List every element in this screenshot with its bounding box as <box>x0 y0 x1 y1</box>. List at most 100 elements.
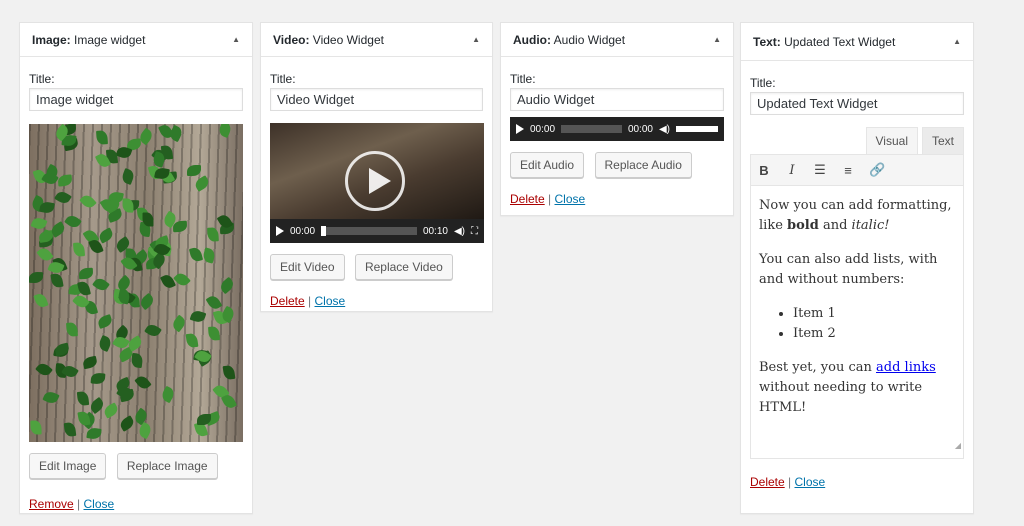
close-link[interactable]: Close <box>555 192 586 206</box>
ivy-leaf <box>102 402 120 419</box>
ivy-leaf <box>92 275 110 294</box>
resize-handle-icon[interactable]: ◢ <box>955 436 961 456</box>
edit-audio-button[interactable]: Edit Audio <box>510 152 585 178</box>
text-widget: Text: Updated Text Widget ▲ Title: Visua… <box>740 22 974 514</box>
volume-icon[interactable]: ◀) <box>659 124 670 135</box>
volume-icon[interactable]: ◀) <box>454 226 465 237</box>
play-icon[interactable] <box>276 226 284 236</box>
volume-slider[interactable] <box>676 126 718 132</box>
ivy-leaf <box>159 385 177 404</box>
italic-button[interactable]: I <box>785 163 799 178</box>
video-widget: Video: Video Widget ▲ Title: 00:00 00:10… <box>260 22 493 312</box>
paragraph-links: Best yet, you can add links without need… <box>759 360 936 415</box>
play-icon[interactable] <box>516 124 524 134</box>
collapse-arrow-icon[interactable]: ▲ <box>232 35 240 44</box>
list-item: Item 1 <box>793 304 955 324</box>
separator: | <box>77 497 81 511</box>
tab-visual[interactable]: Visual <box>865 127 918 154</box>
tab-text[interactable]: Text <box>921 127 964 154</box>
ivy-leaf <box>78 267 94 280</box>
link-icon[interactable]: 🔗 <box>869 162 885 178</box>
collapse-arrow-icon[interactable]: ▲ <box>472 35 480 44</box>
ivy-leaf <box>57 174 73 187</box>
ivy-leaf <box>88 396 106 415</box>
duration: 00:10 <box>422 225 448 237</box>
ivy-leaf <box>53 342 71 357</box>
ivy-leaf <box>172 220 188 233</box>
widget-title: Text: Updated Text Widget <box>753 34 896 49</box>
bold-button[interactable]: B <box>757 163 771 178</box>
ivy-leaf <box>97 334 113 353</box>
ivy-leaf <box>193 175 211 192</box>
ivy-leaf <box>64 212 82 231</box>
progress-track[interactable] <box>321 226 417 236</box>
title-label: Title: <box>270 72 296 86</box>
ivy-leaf <box>66 322 78 337</box>
ivy-leaf <box>120 167 136 186</box>
separator: | <box>788 475 792 489</box>
ivy-leaf <box>134 373 152 392</box>
audio-player[interactable]: 00:00 00:00 ◀) <box>510 117 724 141</box>
delete-link[interactable]: Delete <box>270 294 305 308</box>
delete-link[interactable]: Delete <box>750 475 785 489</box>
ivy-leaf <box>218 276 236 295</box>
image-widget-header[interactable]: Image: Image widget ▲ <box>20 23 252 57</box>
ivy-leaf <box>96 314 114 329</box>
ivy-leaf <box>39 200 55 215</box>
widget-title: Image: Image widget <box>32 32 146 47</box>
remove-link[interactable]: Remove <box>29 497 74 511</box>
replace-audio-button[interactable]: Replace Audio <box>594 152 692 178</box>
ivy-leaf <box>50 272 64 289</box>
ivy-leaf <box>63 421 77 438</box>
title-input[interactable] <box>510 88 724 111</box>
big-play-icon[interactable] <box>345 151 405 211</box>
replace-image-button[interactable]: Replace Image <box>116 453 218 479</box>
title-input[interactable] <box>270 88 483 111</box>
ivy-leaf <box>118 415 136 432</box>
ivy-leaf <box>187 165 201 176</box>
image-widget: Image: Image widget ▲ Title: Edit Image … <box>19 22 253 514</box>
video-widget-header[interactable]: Video: Video Widget ▲ <box>261 23 492 57</box>
audio-widget-header[interactable]: Audio: Audio Widget ▲ <box>501 23 733 57</box>
ivy-leaf <box>138 292 156 311</box>
collapse-arrow-icon[interactable]: ▲ <box>953 37 961 46</box>
video-player[interactable]: 00:00 00:10 ◀) ⛶ <box>270 123 484 243</box>
close-link[interactable]: Close <box>84 497 115 511</box>
ivy-leaf <box>35 360 53 379</box>
ivy-leaf <box>188 246 204 263</box>
edit-image-button[interactable]: Edit Image <box>29 453 107 479</box>
numbered-list-icon[interactable]: ≡ <box>841 163 855 178</box>
ivy-leaf <box>86 427 102 440</box>
edit-video-button[interactable]: Edit Video <box>270 254 345 280</box>
title-label: Title: <box>510 72 536 86</box>
widget-image <box>29 124 243 442</box>
editor-content[interactable]: Now you can add formatting, like bold an… <box>751 186 963 458</box>
title-input[interactable] <box>29 88 243 111</box>
progress-track[interactable] <box>561 125 622 133</box>
replace-video-button[interactable]: Replace Video <box>354 254 453 280</box>
editor-tabs: Visual Text <box>750 127 964 154</box>
ivy-leaf <box>96 130 108 145</box>
ivy-leaf <box>29 271 44 284</box>
fullscreen-icon[interactable]: ⛶ <box>471 226 478 237</box>
content-link[interactable]: add links <box>876 360 936 375</box>
collapse-arrow-icon[interactable]: ▲ <box>713 35 721 44</box>
editor: B I ☰ ≡ 🔗 Now you can add formatting, li… <box>750 154 964 459</box>
ivy-leaf <box>130 352 144 369</box>
ivy-leaf <box>220 392 238 411</box>
delete-link[interactable]: Delete <box>510 192 545 206</box>
widget-title: Video: Video Widget <box>273 32 384 47</box>
ivy-leaf <box>122 198 134 213</box>
paragraph-formatting: Now you can add formatting, like bold an… <box>759 198 952 233</box>
ivy-leaf <box>72 242 86 257</box>
close-link[interactable]: Close <box>315 294 346 308</box>
text-widget-header[interactable]: Text: Updated Text Widget ▲ <box>741 23 973 61</box>
close-link[interactable]: Close <box>795 475 826 489</box>
ivy-leaf <box>82 355 98 370</box>
duration: 00:00 <box>627 123 653 135</box>
bullet-list-icon[interactable]: ☰ <box>813 162 827 178</box>
ivy-leaf <box>208 326 220 341</box>
list-item: Item 2 <box>793 324 955 344</box>
title-input[interactable] <box>750 92 964 115</box>
ivy-leaf <box>185 332 199 349</box>
